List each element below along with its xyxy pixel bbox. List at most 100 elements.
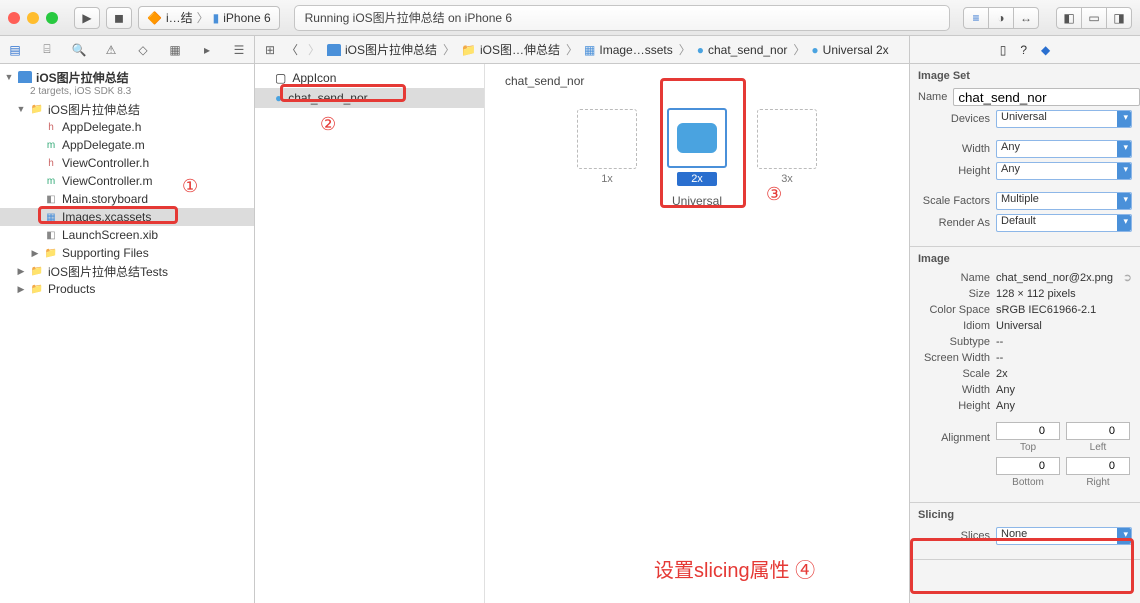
project-root[interactable]: ▼ iOS图片拉伸总结 (0, 68, 254, 86)
crumb-2[interactable]: Image…ssets (599, 43, 672, 57)
renderas-select[interactable]: Default (996, 214, 1132, 232)
version-editor-button[interactable]: ↔ (1013, 7, 1039, 29)
width-select[interactable]: Any (996, 140, 1132, 158)
scale-1x-label: 1x (601, 173, 613, 185)
image-icon: ● (811, 43, 818, 57)
crumb-4[interactable]: Universal 2x (823, 43, 889, 57)
file-item[interactable]: ◧Main.storyboard (0, 190, 254, 208)
slicing-section: Slicing SlicesNone (910, 503, 1140, 560)
alignment-right-field[interactable] (1066, 457, 1130, 475)
group-products[interactable]: ▶📁Products (0, 280, 254, 298)
project-subtitle: 2 targets, iOS SDK 8.3 (0, 86, 254, 100)
editor-mode-segmented[interactable]: ≡ ◑ ↔ (964, 7, 1039, 29)
group-supporting[interactable]: ▶📁Supporting Files (0, 244, 254, 262)
standard-editor-button[interactable]: ≡ (963, 7, 989, 29)
inspector-tab-bar: ▯ ? ◆ (910, 36, 1140, 63)
annotation-2: ② (320, 114, 336, 135)
assistant-editor-button[interactable]: ◑ (988, 7, 1014, 29)
navigator-tab-bar: ▤ ⌸ 🔍 ⚠ ◇ ▦ ▸ ☰ (0, 36, 255, 63)
device-icon: ▮ (213, 11, 220, 25)
run-button[interactable]: ▶ (74, 7, 100, 29)
minimize-window-icon[interactable] (27, 12, 39, 24)
group-tests[interactable]: ▶📁iOS图片拉伸总结Tests (0, 262, 254, 280)
toggle-debug-button[interactable]: ▭ (1081, 7, 1107, 29)
file-inspector-icon[interactable]: ▯ (1000, 43, 1007, 57)
file-item[interactable]: ◧LaunchScreen.xib (0, 226, 254, 244)
file-item[interactable]: hViewController.h (0, 154, 254, 172)
devices-select[interactable]: Universal (996, 110, 1132, 128)
forward-button[interactable]: 〉 (305, 41, 323, 59)
image-scale-value: 2x (996, 368, 1132, 380)
attributes-inspector-icon[interactable]: ◆ (1041, 43, 1050, 57)
asset-list[interactable]: ▢AppIcon ●chat_send_nor (255, 64, 485, 603)
well-3x[interactable]: 3x (757, 109, 817, 185)
group-name: iOS图片拉伸总结 (48, 101, 140, 118)
image-wells: 1x 2x 3x (505, 108, 889, 186)
zoom-window-icon[interactable] (46, 12, 58, 24)
inspector-panel: Image Set Name DevicesUniversal WidthAny… (910, 64, 1140, 603)
file-item[interactable]: mViewController.m (0, 172, 254, 190)
main-area: ▼ iOS图片拉伸总结 2 targets, iOS SDK 8.3 ▼📁 iO… (0, 64, 1140, 603)
image-width-value: Any (996, 384, 1132, 396)
alignment-top-field[interactable] (996, 422, 1060, 440)
project-icon (18, 71, 32, 83)
scheme-app-name: i…结 (166, 9, 193, 26)
panel-toggle-segmented[interactable]: ◧ ▭ ◨ (1057, 7, 1132, 29)
scheme-device: iPhone 6 (223, 11, 270, 25)
annotation-3: ③ (766, 184, 782, 205)
scale-2x-label: 2x (677, 172, 717, 186)
annotation-text: 设置slicing属性 ④ (654, 554, 815, 583)
toggle-navigator-button[interactable]: ◧ (1056, 7, 1082, 29)
well-1x[interactable]: 1x (577, 109, 637, 185)
toggle-inspector-button[interactable]: ◨ (1106, 7, 1132, 29)
well-2x[interactable]: 2x (667, 108, 727, 186)
close-window-icon[interactable] (8, 12, 20, 24)
project-name: iOS图片拉伸总结 (36, 69, 129, 86)
image-height-value: Any (996, 400, 1132, 412)
activity-status: Running iOS图片拉伸总结 on iPhone 6 (294, 5, 950, 31)
file-item[interactable]: hAppDelegate.h (0, 118, 254, 136)
imageset-icon: ● (697, 43, 704, 57)
crumb-1[interactable]: iOS图…伸总结 (480, 41, 560, 58)
secondary-toolbar: ▤ ⌸ 🔍 ⚠ ◇ ▦ ▸ ☰ ⊞ 〈 〉 iOS图片拉伸总结〉 📁iOS图…伸… (0, 36, 1140, 64)
project-navigator[interactable]: ▼ iOS图片拉伸总结 2 targets, iOS SDK 8.3 ▼📁 iO… (0, 64, 255, 603)
assets-icon: ▦ (584, 43, 595, 57)
asset-catalog-editor: ▢AppIcon ●chat_send_nor chat_send_nor 1x… (255, 64, 910, 603)
group-main[interactable]: ▼📁 iOS图片拉伸总结 (0, 100, 254, 118)
asset-canvas: chat_send_nor 1x 2x 3x Universal (485, 64, 909, 603)
slices-select[interactable]: None (996, 527, 1132, 545)
scheme-selector[interactable]: 🔶 i…结 〉 ▮ iPhone 6 (138, 6, 280, 30)
project-navigator-icon[interactable]: ▤ (6, 41, 24, 59)
symbol-navigator-icon[interactable]: ⌸ (38, 41, 56, 59)
alignment-left-field[interactable] (1066, 422, 1130, 440)
report-navigator-icon[interactable]: ☰ (230, 41, 248, 59)
titlebar: ▶ ◼ 🔶 i…结 〉 ▮ iPhone 6 Running iOS图片拉伸总结… (0, 0, 1140, 36)
debug-navigator-icon[interactable]: ▦ (166, 41, 184, 59)
issue-navigator-icon[interactable]: ⚠ (102, 41, 120, 59)
imageset-name-field[interactable] (953, 88, 1140, 106)
related-items-icon[interactable]: ⊞ (261, 41, 279, 59)
file-item-selected[interactable]: ▦Images.xcassets (0, 208, 254, 226)
image-screenwidth-value: -- (996, 352, 1132, 364)
test-navigator-icon[interactable]: ◇ (134, 41, 152, 59)
height-select[interactable]: Any (996, 162, 1132, 180)
stop-button[interactable]: ◼ (106, 7, 132, 29)
quickhelp-inspector-icon[interactable]: ? (1020, 43, 1027, 57)
alignment-bottom-field[interactable] (996, 457, 1060, 475)
goto-icon[interactable]: ➲ (1123, 271, 1132, 284)
crumb-0[interactable]: iOS图片拉伸总结 (345, 41, 437, 58)
scalefactors-select[interactable]: Multiple (996, 192, 1132, 210)
imageset-section: Image Set Name DevicesUniversal WidthAny… (910, 64, 1140, 247)
image-section: Image Namechat_send_nor@2x.png➲ Size128 … (910, 247, 1140, 503)
back-button[interactable]: 〈 (283, 41, 301, 59)
file-item[interactable]: mAppDelegate.m (0, 136, 254, 154)
breakpoint-navigator-icon[interactable]: ▸ (198, 41, 216, 59)
traffic-lights (8, 12, 58, 24)
jump-bar[interactable]: ⊞ 〈 〉 iOS图片拉伸总结〉 📁iOS图…伸总结〉 ▦Image…ssets… (255, 36, 910, 63)
crumb-3[interactable]: chat_send_nor (708, 43, 787, 57)
status-text: Running iOS图片拉伸总结 on iPhone 6 (305, 9, 512, 26)
asset-item[interactable]: ▢AppIcon (255, 68, 484, 88)
find-navigator-icon[interactable]: 🔍 (70, 41, 88, 59)
folder-icon: 📁 (461, 43, 476, 57)
asset-item-selected[interactable]: ●chat_send_nor (255, 88, 484, 108)
